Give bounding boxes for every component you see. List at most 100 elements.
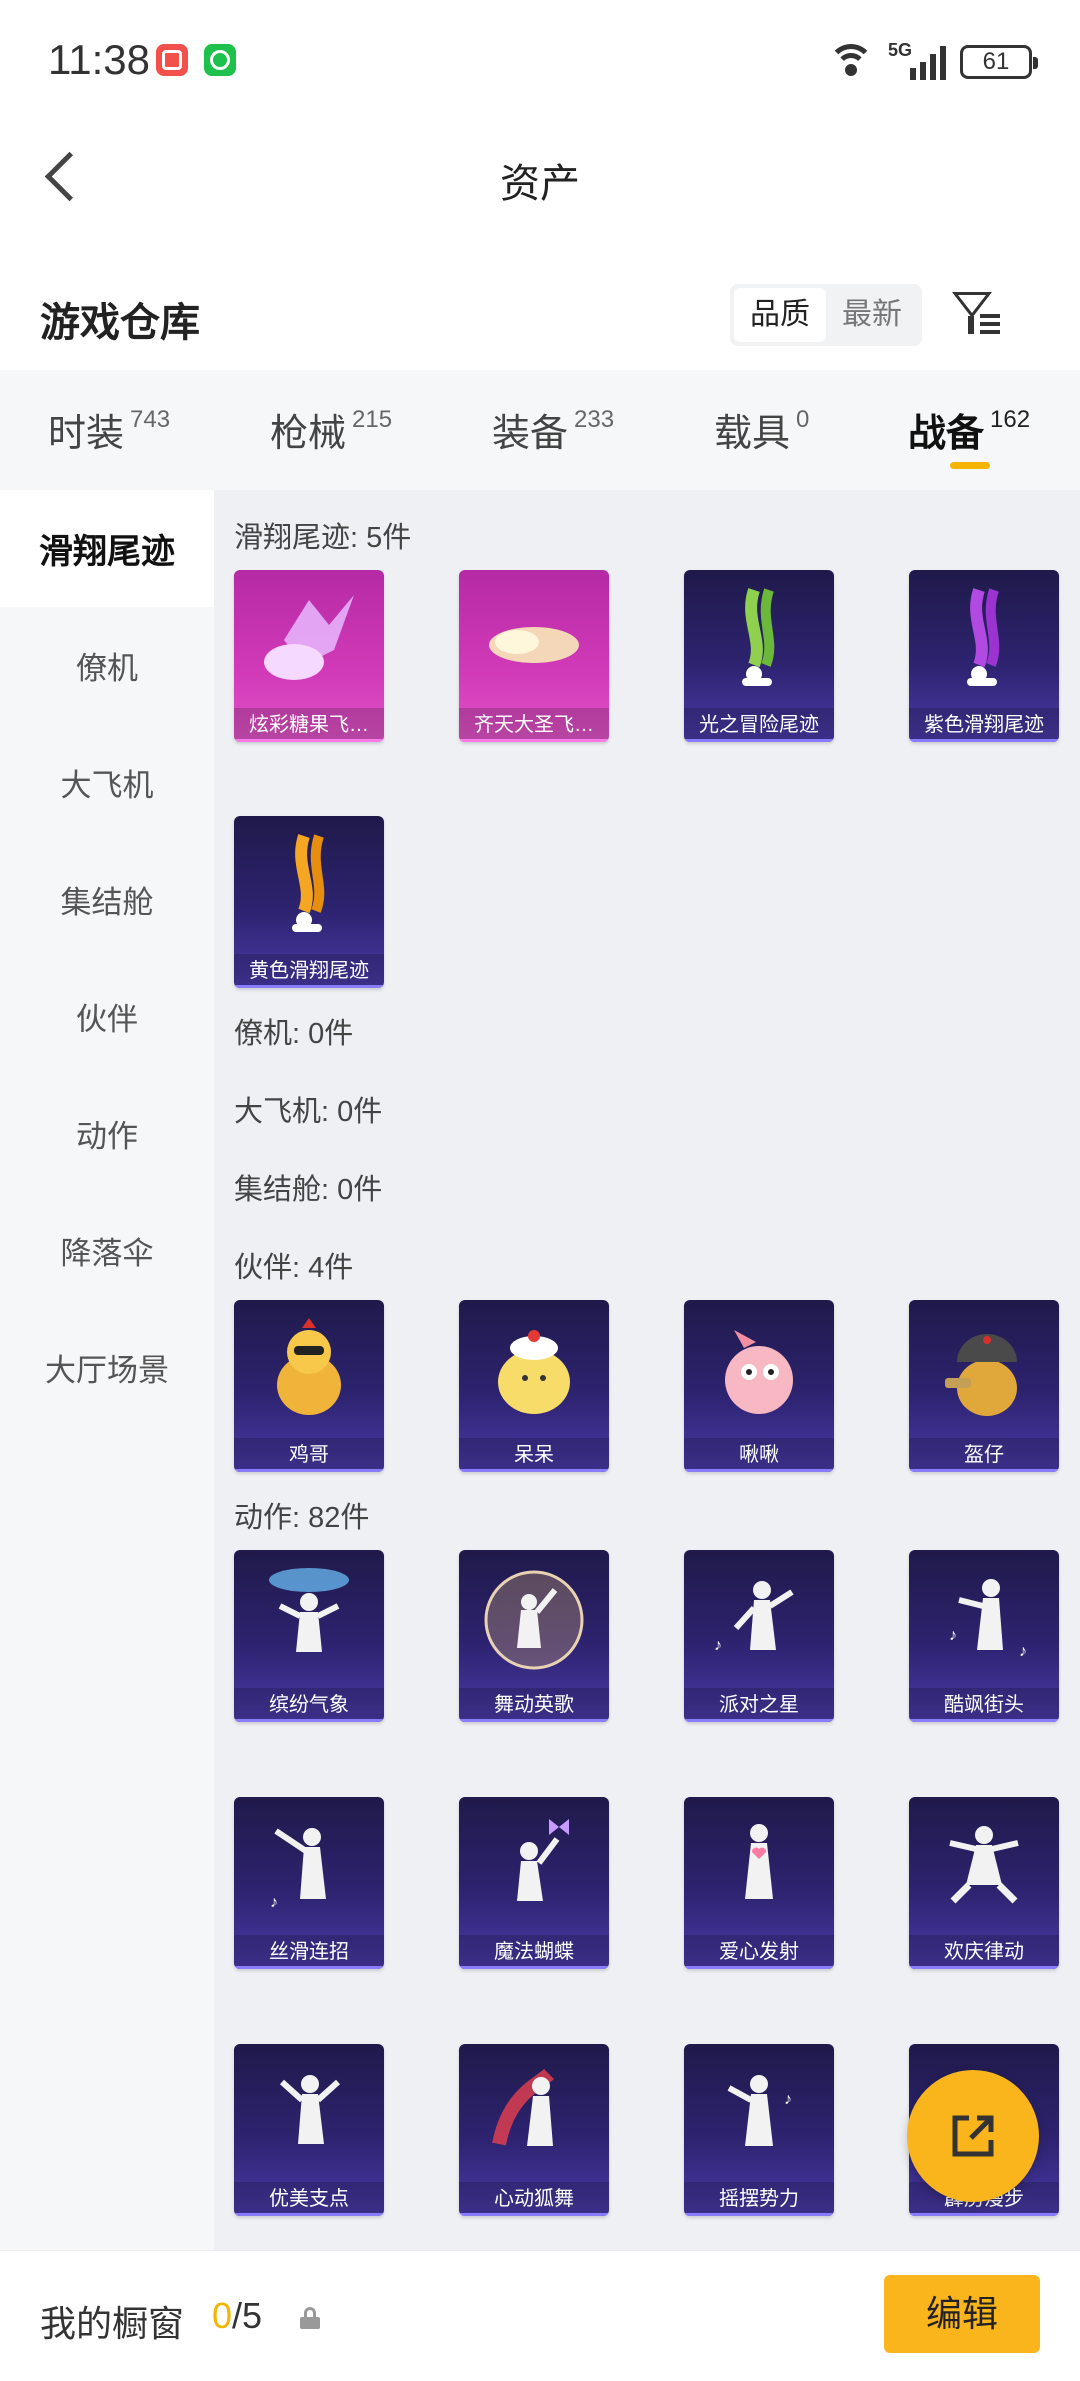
tab-count: 233: [574, 406, 615, 433]
item-tile[interactable]: 舞动英歌: [459, 1550, 609, 1722]
weather-emote-art: [269, 1568, 349, 1652]
page-title: 资产: [500, 162, 580, 206]
tab-combat-prep[interactable]: 战备 162: [908, 402, 1030, 457]
item-name: 鸡哥: [234, 1438, 384, 1472]
section-label-glide: 滑翔尾迹: 5件: [234, 522, 412, 554]
item-name: 啾啾: [684, 1438, 834, 1472]
item-name: 舞动英歌: [459, 1688, 609, 1722]
item-tile[interactable]: 齐天大圣飞…: [459, 570, 609, 742]
share-button[interactable]: [907, 2070, 1039, 2202]
street-emote-art: ♪♪: [949, 1579, 1027, 1660]
filter-icon[interactable]: [950, 288, 1002, 340]
sidebar-item-rally-pod[interactable]: 集结舱: [0, 841, 214, 958]
status-time: 11:38: [48, 36, 150, 83]
tab-count: 743: [130, 406, 171, 433]
heart-emote-art: [745, 1824, 773, 1899]
sidebar-item-glide-trail[interactable]: 滑翔尾迹: [0, 490, 214, 607]
sidebar-item-big-plane[interactable]: 大飞机: [0, 724, 214, 841]
title-bar: 资产: [0, 125, 1080, 225]
butterfly-emote-art: [517, 1819, 569, 1901]
section-label-emote: 动作: 82件: [234, 1502, 370, 1534]
section-label-big-plane: 大飞机: 0件: [234, 1096, 383, 1128]
sidebar-item-partner[interactable]: 伙伴: [0, 958, 214, 1075]
fox-dance-emote-art: [492, 2068, 554, 2146]
sidebar-item-parachute[interactable]: 降落伞: [0, 1192, 214, 1309]
battery-icon: 61: [960, 45, 1038, 79]
svg-text:♪: ♪: [714, 1637, 722, 1654]
svg-text:♪: ♪: [270, 1894, 278, 1911]
section-label-partner: 伙伴: 4件: [234, 1252, 354, 1284]
edit-button[interactable]: 编辑: [884, 2275, 1040, 2353]
status-bar: 11:38 5G 61: [0, 0, 1080, 125]
item-tile[interactable]: 鸡哥: [234, 1300, 384, 1472]
section-label-wingman: 僚机: 0件: [234, 1018, 354, 1050]
signal-icon: 5G: [888, 40, 946, 80]
sort-toggle: 品质 最新: [730, 284, 922, 346]
showcase-label: 我的橱窗: [40, 2303, 185, 2344]
item-name: 缤纷气象: [234, 1688, 384, 1722]
item-tile[interactable]: 心动狐舞: [459, 2044, 609, 2216]
pink-bird-partner-art: [725, 1330, 793, 1414]
tab-label: 枪械: [270, 413, 347, 455]
green-trail-art: [742, 588, 775, 686]
item-tile[interactable]: 欢庆律动: [909, 1797, 1059, 1969]
item-tile[interactable]: 黄色滑翔尾迹: [234, 816, 384, 988]
item-name: 摇摆势力: [684, 2182, 834, 2216]
svg-text:♪: ♪: [1019, 1643, 1027, 1660]
item-name: 魔法蝴蝶: [459, 1935, 609, 1969]
item-tile[interactable]: 光之冒险尾迹: [684, 570, 834, 742]
tab-count: 0: [796, 406, 810, 433]
item-name: 优美支点: [234, 2182, 384, 2216]
purple-trail-art: [967, 588, 1000, 686]
tab-vehicles[interactable]: 载具 0: [714, 402, 809, 457]
item-name: 光之冒险尾迹: [684, 708, 834, 742]
item-tile[interactable]: ♪ 摇摆势力: [684, 2044, 834, 2216]
tab-label: 战备: [908, 413, 985, 455]
yellow-trail-art: [292, 834, 325, 932]
item-tile[interactable]: ♪ 派对之星: [684, 1550, 834, 1722]
item-tile[interactable]: 爱心发射: [684, 1797, 834, 1969]
chicken-partner-art: [277, 1318, 341, 1415]
item-tile[interactable]: 优美支点: [234, 2044, 384, 2216]
sort-newest-button[interactable]: 最新: [826, 288, 918, 342]
item-name: 心动狐舞: [459, 2182, 609, 2216]
item-name: 呆呆: [459, 1438, 609, 1472]
sidebar-item-emote[interactable]: 动作: [0, 1075, 214, 1192]
item-name: 丝滑连招: [234, 1935, 384, 1969]
network-type: 5G: [888, 40, 913, 60]
item-name: 欢庆律动: [909, 1935, 1059, 1969]
tab-count: 162: [990, 406, 1031, 433]
item-tile[interactable]: 紫色滑翔尾迹: [909, 570, 1059, 742]
svg-text:♪: ♪: [949, 1627, 957, 1644]
wifi-icon: [828, 44, 874, 80]
swing-emote-art: ♪: [727, 2075, 792, 2146]
active-tab-indicator: [950, 462, 990, 469]
celebrate-emote-art: [949, 1826, 1019, 1904]
sidebar-item-wingman[interactable]: 僚机: [0, 607, 214, 724]
share-icon: [952, 2115, 994, 2157]
item-tile[interactable]: ♪ ♪ 酷飒街头: [909, 1550, 1059, 1722]
item-tile[interactable]: 缤纷气象: [234, 1550, 384, 1722]
sidebar: 滑翔尾迹 僚机 大飞机 集结舱 伙伴 动作 降落伞 大厅场景: [0, 490, 214, 2250]
party-star-emote-art: ♪: [714, 1581, 794, 1654]
tab-label: 装备: [492, 413, 569, 455]
candy-trail-art: [264, 595, 354, 680]
sort-quality-button[interactable]: 品质: [734, 288, 826, 342]
item-name: 盔仔: [909, 1438, 1059, 1472]
item-tile[interactable]: 魔法蝴蝶: [459, 1797, 609, 1969]
bubble-dance-emote-art: [484, 1570, 584, 1670]
tab-guns[interactable]: 枪械 215: [270, 402, 392, 457]
category-tabs: 时装 743 枪械 215 装备 233 载具 0 战备 162: [0, 370, 1080, 490]
tab-equipment[interactable]: 装备 233: [492, 402, 614, 457]
item-tile[interactable]: 啾啾: [684, 1300, 834, 1472]
sidebar-item-lobby-scene[interactable]: 大厅场景: [0, 1309, 214, 1426]
tab-fashion[interactable]: 时装 743: [48, 402, 170, 457]
tab-label: 载具: [714, 413, 791, 455]
item-tile[interactable]: 盔仔: [909, 1300, 1059, 1472]
wechat-icon: [204, 44, 236, 76]
item-tile[interactable]: 炫彩糖果飞…: [234, 570, 384, 742]
item-tile[interactable]: ♪ 丝滑连招: [234, 1797, 384, 1969]
tab-label: 时装: [48, 413, 125, 455]
item-tile[interactable]: 呆呆: [459, 1300, 609, 1472]
chick-partner-art: [498, 1330, 570, 1414]
